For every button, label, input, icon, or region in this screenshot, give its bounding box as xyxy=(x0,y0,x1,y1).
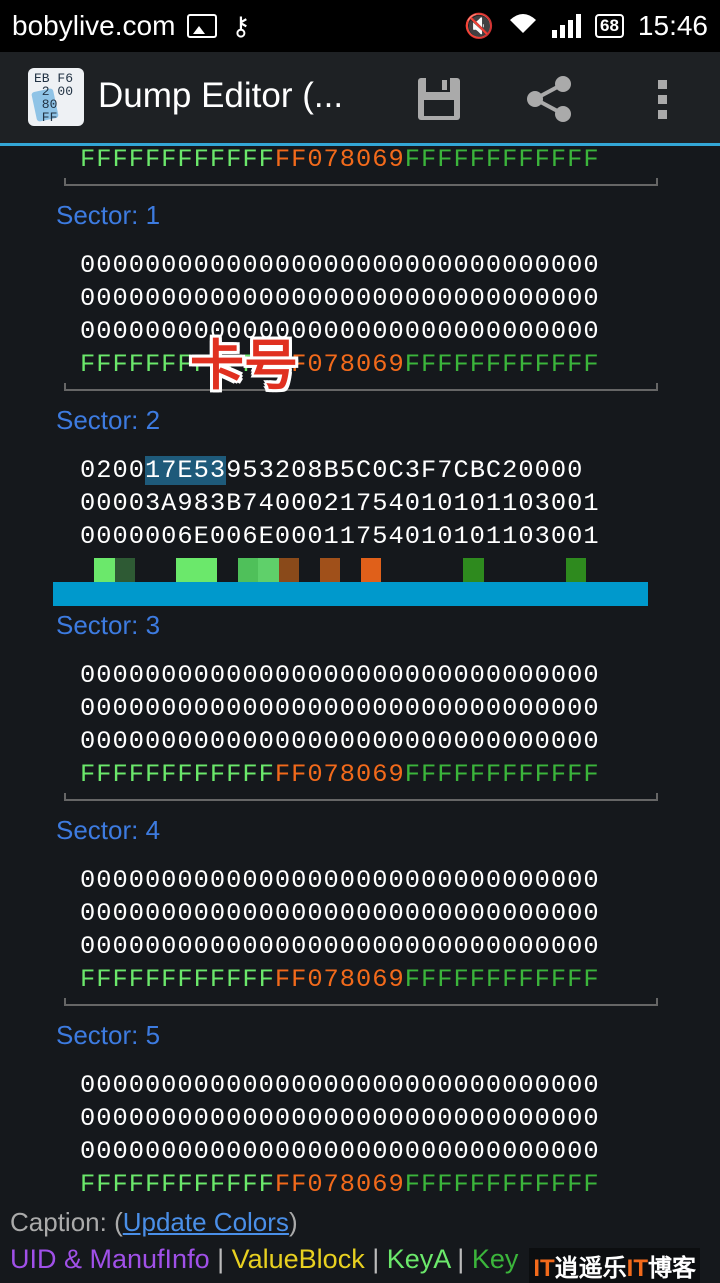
wifi-icon xyxy=(508,11,538,42)
sector-2-block-0[interactable]: 020017E53953208B5C0C3F7CBC20000 xyxy=(80,454,583,487)
sector-5-label: Sector: 5 xyxy=(56,1020,161,1050)
sector-divider xyxy=(64,178,658,186)
sector-5-trailer[interactable]: FFFFFFFFFFFFFF078069FFFFFFFFFFFF xyxy=(80,1168,600,1201)
sector-3-block-1[interactable]: 00000000000000000000000000000000 xyxy=(80,692,600,725)
trailer-color-blocks xyxy=(0,558,720,582)
update-colors-link[interactable]: Update Colors xyxy=(123,1207,289,1237)
signal-icon xyxy=(552,14,581,38)
sector-4-block-2[interactable]: 00000000000000000000000000000000 xyxy=(80,930,600,963)
share-icon[interactable] xyxy=(525,76,573,122)
sector-5-block-2[interactable]: 00000000000000000000000000000000 xyxy=(80,1135,600,1168)
sector-4-block-1[interactable]: 00000000000000000000000000000000 xyxy=(80,897,600,930)
color-legend: UID & ManufInfo | ValueBlock | KeyA | Ke… xyxy=(10,1244,519,1274)
selection-bar[interactable] xyxy=(53,582,648,606)
key-notification-icon: ⚷ xyxy=(231,10,251,41)
sector-2-block-1[interactable]: 00003A983B7400021754010101103001 xyxy=(80,487,600,520)
legend-uid: UID & ManufInfo xyxy=(10,1244,210,1274)
legend-keya: KeyA xyxy=(386,1244,450,1274)
sector-divider xyxy=(64,793,658,801)
action-bar: EB F6 2 00 80 FF Dump Editor (... xyxy=(0,52,720,146)
dump-content[interactable]: FFFFFFFFFFFFFF078069FFFFFFFFFFFF Sector:… xyxy=(0,146,720,1203)
sector-5-block-0[interactable]: 00000000000000000000000000000000 xyxy=(80,1069,600,1102)
card-number-annotation: 卡号 xyxy=(190,336,298,396)
sector-1-label: Sector: 1 xyxy=(56,200,161,230)
image-notification-icon xyxy=(187,14,218,38)
sector-4-trailer[interactable]: FFFFFFFFFFFFFF078069FFFFFFFFFFFF xyxy=(80,963,600,996)
sector-2-label: Sector: 2 xyxy=(56,405,161,435)
sector-1-block-1[interactable]: 00000000000000000000000000000000 xyxy=(80,282,600,315)
status-right: 🔇 68 15:46 xyxy=(464,0,708,52)
sector-4-block-0[interactable]: 00000000000000000000000000000000 xyxy=(80,864,600,897)
sector-1-block-0[interactable]: 00000000000000000000000000000000 xyxy=(80,249,600,282)
sector-divider xyxy=(64,998,658,1006)
sector-3-label: Sector: 3 xyxy=(56,610,161,640)
sector-1-block-2[interactable]: 00000000000000000000000000000000 xyxy=(80,315,600,348)
watermark: IT逍遥乐IT博客 xyxy=(529,1248,700,1283)
vibrate-off-icon: 🔇 xyxy=(464,12,494,40)
save-icon[interactable] xyxy=(416,76,462,122)
overflow-menu-icon[interactable] xyxy=(650,78,676,122)
status-time: 15:46 xyxy=(637,10,708,41)
sector-5-block-1[interactable]: 00000000000000000000000000000000 xyxy=(80,1102,600,1135)
sector-2-block-2[interactable]: 0000006E006E00011754010101103001 xyxy=(80,520,600,553)
status-site-text: bobylive.com xyxy=(12,10,176,41)
sector-3-trailer[interactable]: FFFFFFFFFFFFFF078069FFFFFFFFFFFF xyxy=(80,758,600,791)
sector-0-trailer[interactable]: FFFFFFFFFFFFFF078069FFFFFFFFFFFF xyxy=(80,146,600,176)
legend-keyb: Key xyxy=(471,1244,519,1274)
app-icon-text: EB F6 2 00 80 FF xyxy=(34,71,74,125)
selected-card-number[interactable]: 17E53 xyxy=(144,456,227,485)
caption: Caption: (Update Colors) xyxy=(10,1207,298,1237)
sector-1-trailer[interactable]: FFFFFFFFFFFFFF078069FFFFFFFFFFFF xyxy=(80,348,600,381)
legend-valueblock: ValueBlock xyxy=(231,1244,365,1274)
app-icon[interactable]: EB F6 2 00 80 FF xyxy=(28,68,84,126)
sector-4-label: Sector: 4 xyxy=(56,815,161,845)
sector-3-block-2[interactable]: 00000000000000000000000000000000 xyxy=(80,725,600,758)
status-bar: bobylive.com ⚷ 🔇 68 15:46 xyxy=(0,0,720,52)
sector-3-block-0[interactable]: 00000000000000000000000000000000 xyxy=(80,659,600,692)
battery-icon: 68 xyxy=(595,14,624,38)
app-title: Dump Editor (... xyxy=(98,76,344,115)
sector-divider xyxy=(64,383,658,391)
